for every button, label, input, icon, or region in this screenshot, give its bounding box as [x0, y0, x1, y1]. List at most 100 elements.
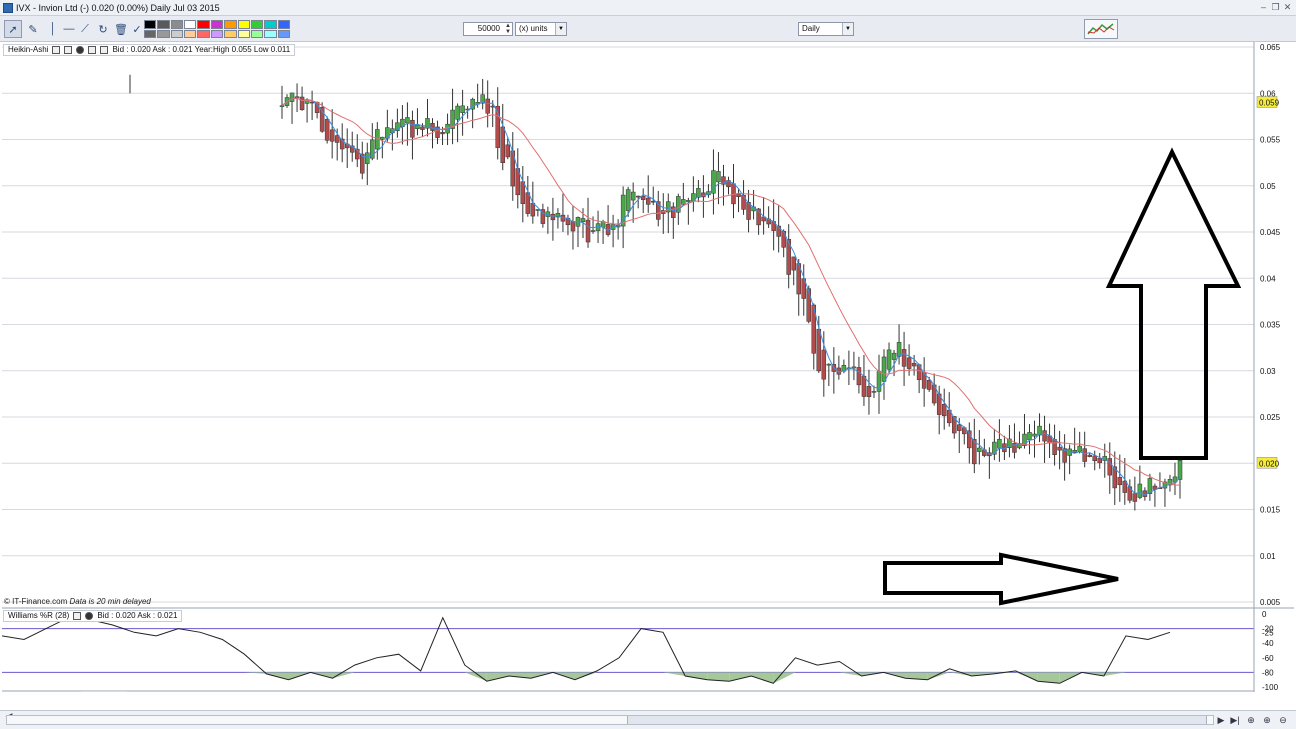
candle-body [590, 230, 596, 232]
pencil-tool-icon[interactable]: ✎ [24, 20, 42, 38]
williams-r-panel[interactable]: 0-20-25-40-60-80-100 061320Aug 27 201410… [2, 607, 1294, 692]
candle-body [645, 197, 651, 205]
color-swatch[interactable] [277, 29, 290, 38]
window-icon[interactable] [73, 612, 82, 620]
period-select[interactable]: Daily ▼ [798, 22, 854, 36]
candle-body [500, 126, 505, 163]
color-swatch[interactable] [184, 20, 197, 29]
candle-body [1032, 433, 1037, 437]
title-bar: IVX - Invion Ltd (-) 0.020 (0.00%) Daily… [0, 0, 1296, 16]
indicator-tick-label: -40 [1262, 639, 1274, 648]
candle-body [420, 126, 425, 130]
candle-body [816, 328, 822, 372]
candle-body [806, 288, 812, 322]
window-title: IVX - Invion Ltd (-) 0.020 (0.00%) Daily… [16, 3, 220, 13]
indicator-quote: Bid : 0.020 Ask : 0.021 [97, 611, 178, 620]
indicator-legend: Williams %R (28) Bid : 0.020 Ask : 0.021 [3, 610, 183, 622]
candle-body [650, 200, 656, 203]
scroll-thumb[interactable] [627, 716, 1207, 724]
color-swatch[interactable] [170, 20, 184, 29]
color-swatch[interactable] [224, 20, 237, 29]
price-axis: 0.0650.060.0550.050.0450.040.0350.030.02… [1260, 43, 1281, 607]
color-swatch[interactable] [184, 29, 197, 38]
indicator-tick-label: -60 [1262, 654, 1274, 663]
spinner-arrows-icon[interactable]: ▲ ▼ [505, 23, 511, 35]
candle-body [781, 230, 786, 248]
trend-line-tool-icon[interactable]: ⟋ [76, 20, 94, 38]
candle-body [906, 357, 912, 369]
price-chart[interactable]: 0.0650.060.0550.050.0450.040.0350.030.02… [2, 42, 1294, 607]
color-swatch[interactable] [210, 29, 224, 38]
close-icon[interactable] [85, 612, 94, 620]
quote-text: Bid : 0.020 Ask : 0.021 Year:High 0.055 … [112, 45, 291, 54]
candle-body [505, 144, 511, 158]
color-swatch[interactable] [237, 20, 250, 29]
units-select[interactable]: (x) units ▼ [515, 22, 567, 36]
zoom-in-icon[interactable] [88, 46, 97, 54]
minimize-icon[interactable]: – [1258, 2, 1269, 13]
color-swatch[interactable] [157, 29, 170, 38]
candle-body [410, 119, 415, 138]
scroll-end-icon[interactable]: ▶| [1228, 714, 1242, 726]
candle-body [530, 202, 536, 217]
candle-body [640, 196, 646, 200]
color-swatch[interactable] [250, 29, 264, 38]
color-swatch[interactable] [264, 20, 277, 29]
color-swatch[interactable] [264, 29, 277, 38]
restore-icon[interactable]: ❐ [1270, 2, 1281, 13]
candle-body [324, 119, 330, 141]
candle-body [1097, 458, 1102, 464]
chart-type-button[interactable] [1084, 19, 1118, 39]
indicator-axis: 0-20-25-40-60-80-100 [1262, 610, 1279, 692]
color-swatch[interactable] [224, 29, 237, 38]
close-icon[interactable]: ✕ [1282, 2, 1293, 13]
candle-body [570, 221, 576, 232]
period-value: Daily [802, 24, 820, 33]
color-swatch[interactable] [144, 29, 157, 38]
price-tick-label: 0.065 [1260, 43, 1281, 52]
color-swatch[interactable] [157, 20, 170, 29]
color-swatch[interactable] [277, 20, 290, 29]
color-palette[interactable] [144, 20, 290, 38]
scroll-right-icon[interactable]: ▶ [1214, 714, 1228, 726]
color-swatch[interactable] [144, 20, 157, 29]
cycle-tool-icon[interactable]: ↻ [94, 20, 112, 38]
color-swatch[interactable] [210, 20, 224, 29]
candle-body [911, 362, 917, 367]
edit-icon[interactable] [52, 46, 61, 54]
chevron-down-icon[interactable]: ▼ [842, 23, 853, 35]
color-swatch[interactable] [250, 20, 264, 29]
window-icon[interactable] [64, 46, 73, 54]
price-tick-label: 0.045 [1260, 228, 1281, 237]
price-tick-label: 0.025 [1260, 413, 1281, 422]
scroll-track[interactable] [6, 715, 1214, 725]
candle-body [405, 117, 410, 124]
zoom-in-icon[interactable]: ⊕ [1260, 714, 1274, 726]
color-swatch[interactable] [237, 29, 250, 38]
quantity-stepper[interactable]: 50000 ▲ ▼ [463, 22, 513, 36]
price-tick-label: 0.03 [1260, 367, 1276, 376]
zoom-fit-icon[interactable]: ⊕ [1244, 714, 1258, 726]
zoom-out-icon[interactable] [100, 46, 109, 54]
candle-body [681, 199, 686, 205]
pointer-tool-icon[interactable]: ➚ [4, 20, 22, 38]
chart-legend: Heikin-Ashi Bid : 0.020 Ask : 0.021 Year… [3, 44, 296, 56]
candle-body [1087, 454, 1092, 457]
candle-body [1042, 430, 1047, 442]
color-swatch[interactable] [197, 29, 210, 38]
candle-body [941, 404, 947, 417]
chevron-down-icon[interactable]: ▼ [555, 23, 566, 35]
data-credit: © IT-Finance.com Data is 20 min delayed [4, 597, 151, 606]
indicator-name: Williams %R (28) [8, 611, 70, 620]
zoom-out-icon[interactable]: ⊖ [1276, 714, 1290, 726]
price-tick-label: 0.04 [1260, 274, 1276, 283]
close-icon[interactable] [76, 46, 85, 54]
time-scrollbar[interactable]: ◀ ▶ ▶| ⊕ ⊕ ⊖ [0, 710, 1296, 729]
units-value: (x) units [519, 24, 548, 33]
candle-body [630, 191, 636, 201]
candle-body [1117, 477, 1123, 486]
candle-body [1072, 450, 1077, 453]
color-swatch[interactable] [197, 20, 210, 29]
candle-body [635, 195, 641, 198]
color-swatch[interactable] [170, 29, 184, 38]
